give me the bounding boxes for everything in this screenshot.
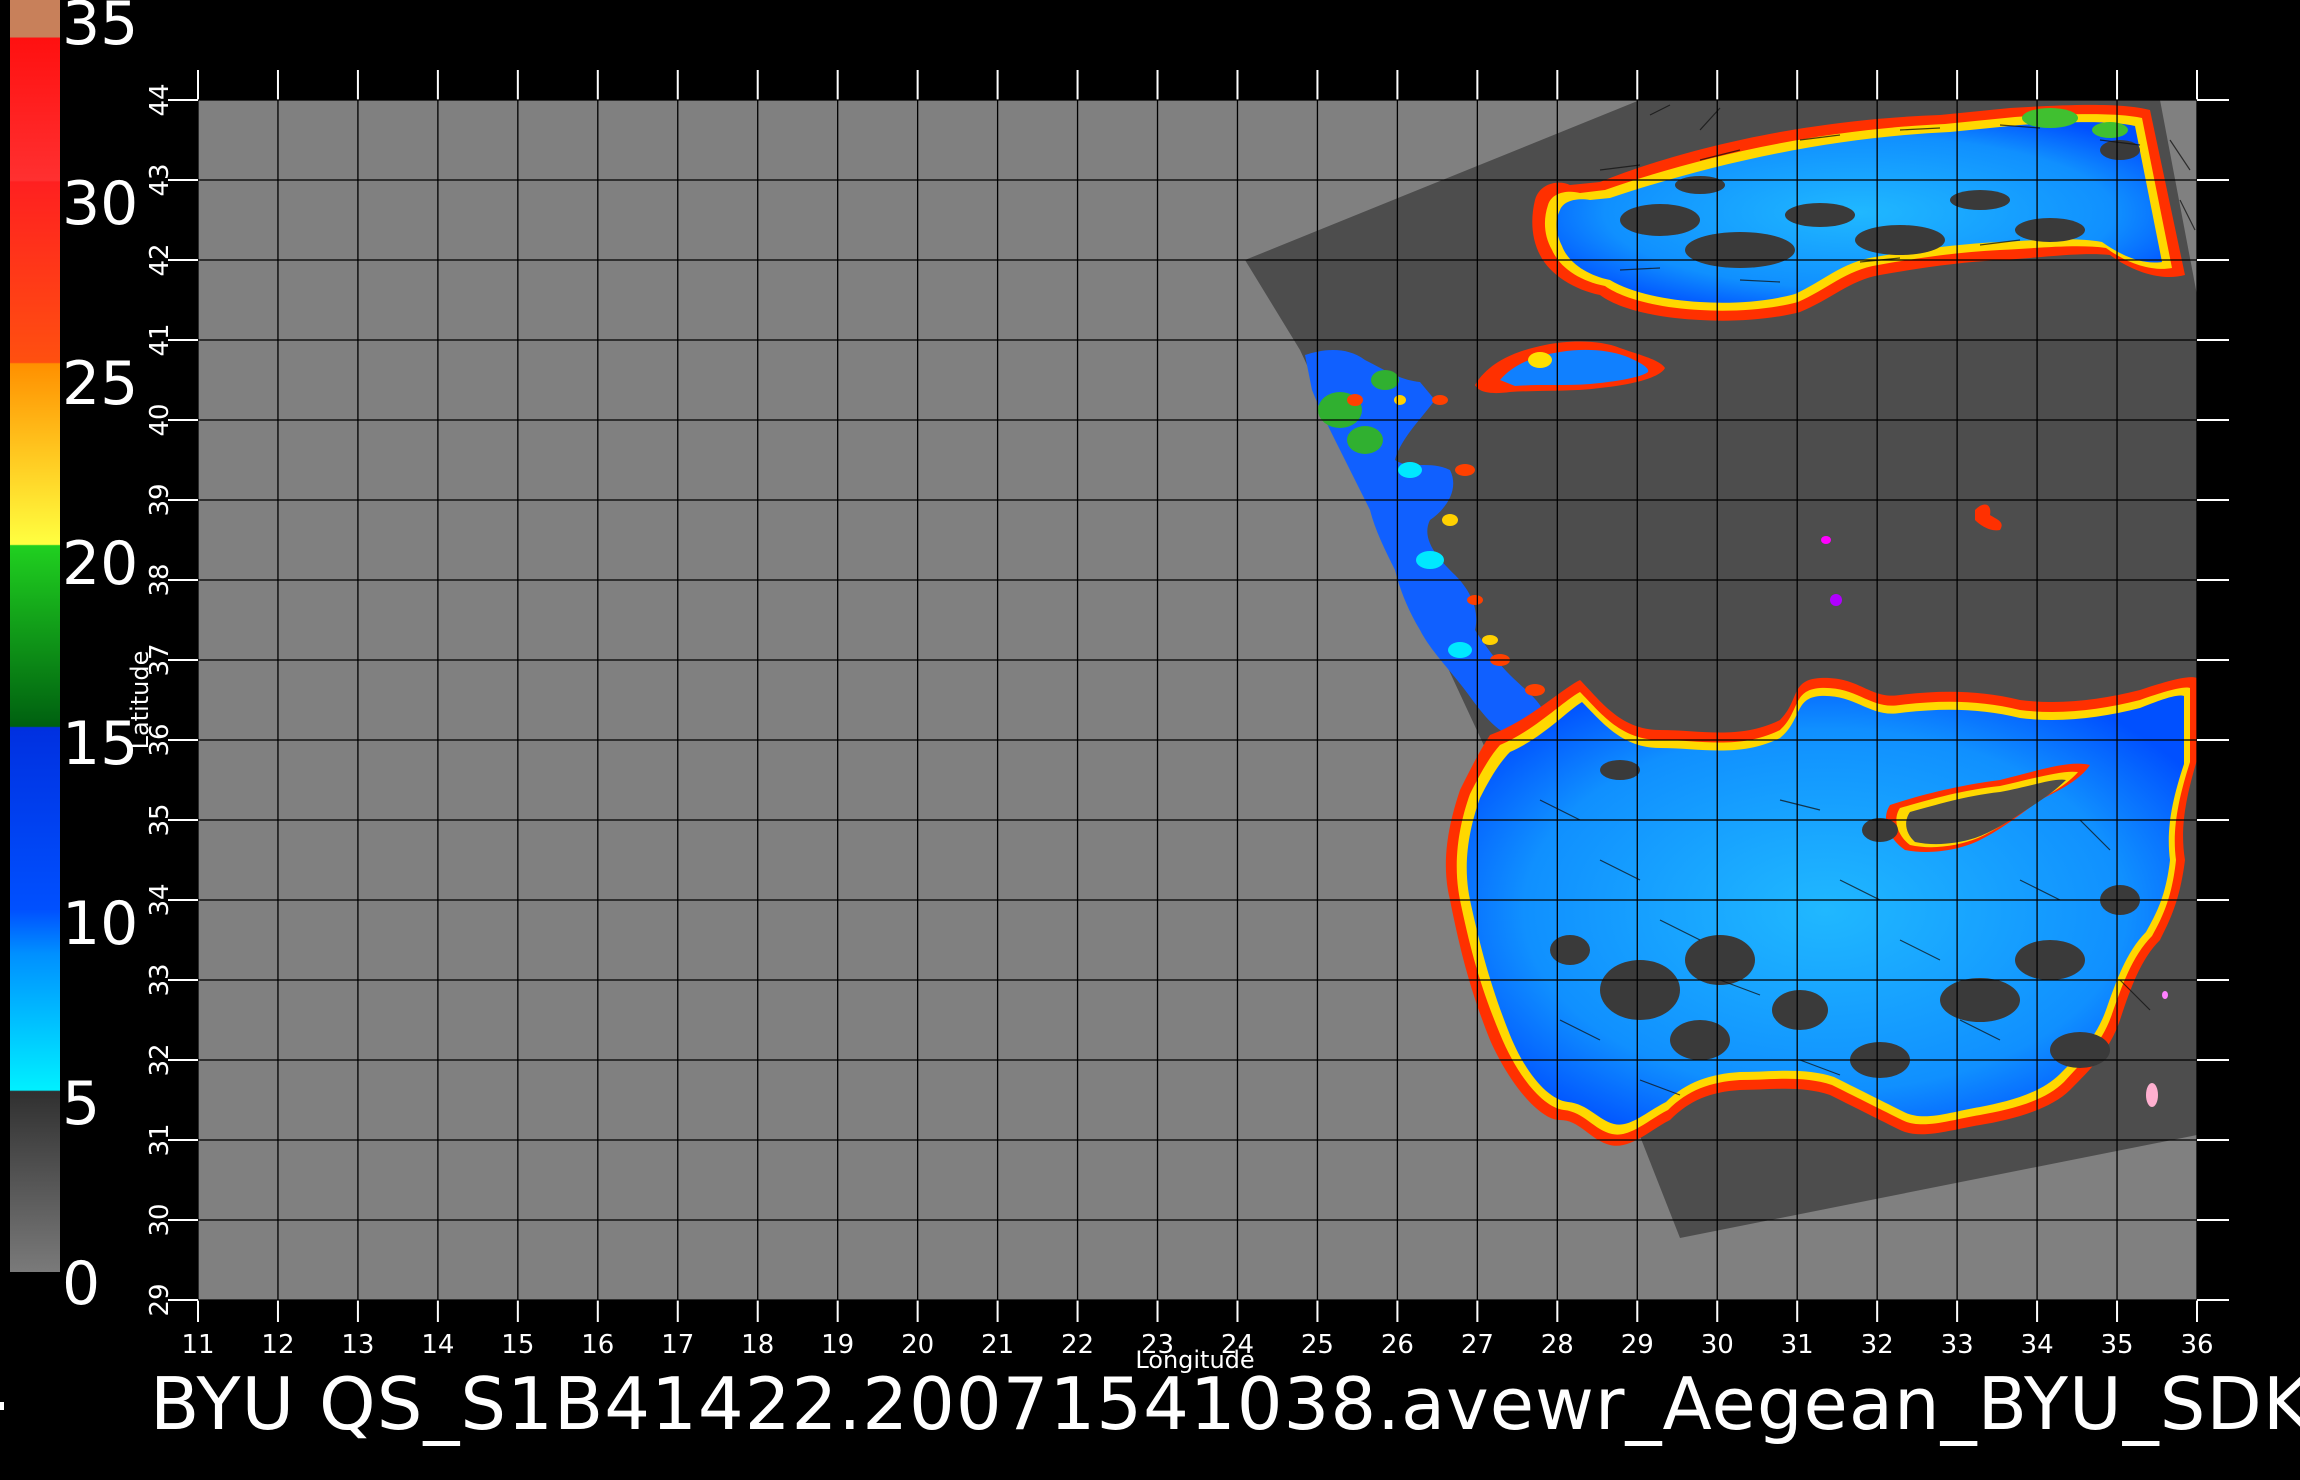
colorbar-label: 10 (62, 889, 138, 959)
lon-tick-label: 35 (2100, 1330, 2133, 1360)
lon-tick-label: 11 (181, 1330, 214, 1360)
lon-tick-label: 32 (1861, 1330, 1894, 1360)
lat-tick-label: 34 (145, 883, 175, 916)
colorbar-label: 0 (62, 1249, 100, 1319)
lon-tick-label: 27 (1461, 1330, 1494, 1360)
lon-tick-label: 31 (1781, 1330, 1814, 1360)
lat-tick-label: 30 (145, 1203, 175, 1236)
colorbar-label: 5 (62, 1069, 100, 1139)
lon-tick-label: 25 (1301, 1330, 1334, 1360)
lon-tick-label: 29 (1621, 1330, 1654, 1360)
lon-tick-label: 17 (661, 1330, 694, 1360)
lon-tick-label: 26 (1381, 1330, 1414, 1360)
left-edge-mark (0, 1402, 4, 1410)
colorbar-label: 25 (62, 349, 138, 419)
lon-tick-label: 20 (901, 1330, 934, 1360)
lat-tick-label: 43 (145, 163, 175, 196)
lat-tick-label: 40 (145, 403, 175, 436)
lon-tick-label: 12 (261, 1330, 294, 1360)
colorbar-label: 35 (62, 0, 138, 59)
lat-tick-label: 41 (145, 323, 175, 356)
wind-map-figure: 11 12 13 14 15 16 17 18 19 20 21 22 23 24 25 26 27 28 29 30… (10, 0, 2229, 1374)
colorbar: 35 30 25 20 15 10 5 0 (10, 0, 138, 1319)
lon-tick-label: 22 (1061, 1330, 1094, 1360)
lon-tick-label: 36 (2180, 1330, 2213, 1360)
lat-tick-label: 32 (145, 1043, 175, 1076)
lat-tick-label: 31 (145, 1123, 175, 1156)
lon-tick-label: 15 (501, 1330, 534, 1360)
lat-tick-label: 33 (145, 963, 175, 996)
colorbar-label: 15 (62, 709, 138, 779)
lon-tick-label: 28 (1541, 1330, 1574, 1360)
lon-tick-label: 14 (421, 1330, 454, 1360)
lon-tick-label: 18 (741, 1330, 774, 1360)
lon-tick-label: 33 (1941, 1330, 1974, 1360)
lat-tick-label: 29 (145, 1283, 175, 1316)
lon-tick-label: 16 (581, 1330, 614, 1360)
lat-tick-label: 44 (145, 83, 175, 116)
colorbar-label: 30 (62, 169, 138, 239)
lat-tick-label: 38 (145, 563, 175, 596)
footer-title: BYU QS_S1B41422.20071541038.avewr_Aegean… (150, 1362, 2300, 1446)
lat-tick-label: 42 (145, 243, 175, 276)
colorbar-label: 20 (62, 529, 138, 599)
lat-tick-label: 39 (145, 483, 175, 516)
lon-tick-label: 19 (821, 1330, 854, 1360)
lon-tick-label: 34 (2021, 1330, 2054, 1360)
lat-tick-label: 35 (145, 803, 175, 836)
lon-tick-label: 13 (341, 1330, 374, 1360)
colorbar-ramp (10, 0, 60, 1272)
lon-tick-label: 21 (981, 1330, 1014, 1360)
lon-tick-label: 30 (1701, 1330, 1734, 1360)
